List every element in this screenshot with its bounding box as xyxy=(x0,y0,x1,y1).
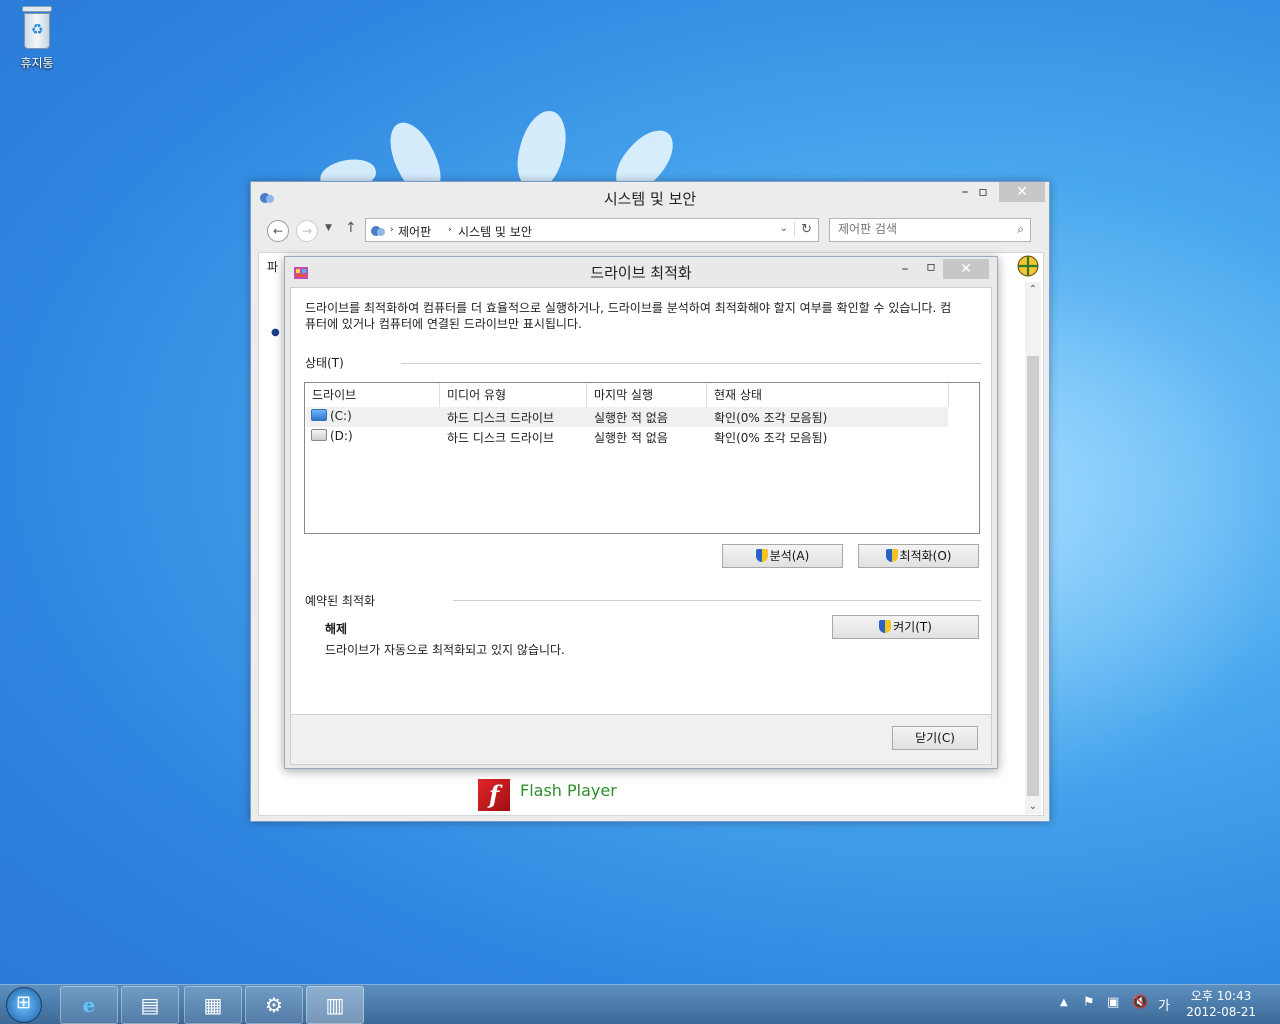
table-row[interactable]: (D:) 하드 디스크 드라이브 실행한 적 없음 확인(0% 조각 모음됨) xyxy=(306,427,948,447)
breadcrumb-system-security[interactable]: 시스템 및 보안 xyxy=(458,223,532,240)
last-run-cell: 실행한 적 없음 xyxy=(594,431,668,445)
breadcrumb-separator: › xyxy=(390,225,394,235)
clock-time: 오후 10:43 xyxy=(1190,989,1252,1003)
vertical-scrollbar[interactable]: ⌃ ⌄ xyxy=(1025,282,1041,814)
clock-date: 2012-08-21 xyxy=(1186,1005,1256,1019)
scroll-down-icon[interactable]: ⌄ xyxy=(1025,801,1041,812)
uac-shield-icon xyxy=(885,549,898,562)
search-input[interactable] xyxy=(838,222,1008,236)
drive-cell: (D:) xyxy=(311,429,353,443)
optimize-drives-dialog: 드라이브 최적화 – ▫ ✕ 드라이브를 최적화하여 컴퓨터를 더 효율적으로 … xyxy=(284,256,998,769)
flash-player-icon: f xyxy=(478,779,510,811)
dialog-minimize-button[interactable]: – xyxy=(891,259,919,279)
scroll-up-icon[interactable]: ⌃ xyxy=(1025,284,1041,295)
file-explorer-icon[interactable]: ▤ xyxy=(121,986,179,1024)
input-language-indicator[interactable]: 가 xyxy=(1158,995,1170,1014)
search-box[interactable]: ⌕ xyxy=(829,218,1031,242)
network-icon[interactable]: ▣ xyxy=(1107,995,1119,1010)
control-panel-taskbar-icon[interactable]: ▦ xyxy=(184,986,242,1024)
dialog-titlebar[interactable]: 드라이브 최적화 – ▫ ✕ xyxy=(285,257,997,285)
scheduled-optimization-label: 예약된 최적화 xyxy=(305,594,376,608)
search-icon[interactable]: ⌕ xyxy=(1017,222,1024,237)
volume-muted-icon[interactable]: 🔇 xyxy=(1132,995,1148,1010)
windows-drive-icon xyxy=(311,409,327,421)
start-button-icon[interactable] xyxy=(6,987,42,1023)
show-hidden-icons-icon[interactable]: ▲ xyxy=(1060,997,1068,1008)
drives-table: 드라이브 미디어 유형 마지막 실행 현재 상태 (C:) 하드 디스크 드라이… xyxy=(304,382,980,534)
scheduled-divider xyxy=(453,600,981,601)
scheduled-description: 드라이브가 자동으로 최적화되고 있지 않습니다. xyxy=(325,643,565,657)
action-center-flag-icon[interactable]: ⚑ xyxy=(1083,995,1095,1010)
column-header-current-status[interactable]: 현재 상태 xyxy=(707,383,949,407)
dialog-close-button[interactable]: ✕ xyxy=(943,259,989,279)
scheduled-state: 해제 xyxy=(325,622,348,636)
window-titlebar[interactable]: 시스템 및 보안 – ▫ ✕ xyxy=(251,182,1049,212)
scroll-thumb[interactable] xyxy=(1027,356,1039,796)
menu-fragment[interactable]: 파 xyxy=(267,258,278,275)
refresh-icon[interactable]: ↻ xyxy=(794,222,812,237)
media-type-cell: 하드 디스크 드라이브 xyxy=(447,431,554,445)
dialog-maximize-button[interactable]: ▫ xyxy=(917,257,945,277)
forward-icon[interactable]: → xyxy=(296,220,318,242)
analyze-button-label: 분석(A) xyxy=(769,549,810,563)
hard-drive-icon xyxy=(311,429,327,441)
clock[interactable]: 오후 10:43 2012-08-21 xyxy=(1186,988,1256,1020)
drive-name: (C:) xyxy=(330,409,352,423)
optimize-button-label: 최적화(O) xyxy=(899,549,952,563)
close-dialog-button-label: 닫기(C) xyxy=(915,731,955,745)
up-icon[interactable]: ↑ xyxy=(345,220,357,236)
status-cell: 확인(0% 조각 모음됨) xyxy=(714,411,828,425)
internet-explorer-icon[interactable]: e xyxy=(60,986,118,1024)
dialog-footer: 닫기(C) xyxy=(290,715,992,765)
system-tools-icon[interactable]: ⚙ xyxy=(245,986,303,1024)
window-title: 시스템 및 보안 xyxy=(603,190,697,208)
status-cell: 확인(0% 조각 모음됨) xyxy=(714,431,828,445)
taskbar: e ▤ ▦ ⚙ ▥ ▲ ⚑ ▣ 🔇 가 오후 10:43 2012-08-21 xyxy=(0,984,1280,1024)
table-row[interactable]: (C:) 하드 디스크 드라이브 실행한 적 없음 확인(0% 조각 모음됨) xyxy=(306,407,948,427)
back-icon[interactable]: ← xyxy=(267,220,289,242)
maximize-button[interactable]: ▫ xyxy=(969,182,997,202)
address-bar[interactable]: › 제어판 › 시스템 및 보안 ⌄ ↻ xyxy=(365,218,819,242)
dialog-description: 드라이브를 최적화하여 컴퓨터를 더 효율적으로 실행하거나, 드라이브를 분석… xyxy=(305,301,952,331)
drive-name: (D:) xyxy=(330,429,353,443)
optimize-button[interactable]: 최적화(O) xyxy=(858,544,979,568)
help-icon[interactable] xyxy=(1017,255,1039,277)
status-label: 상태(T) xyxy=(305,356,344,370)
turn-on-button[interactable]: 켜기(T) xyxy=(832,615,979,639)
column-header-last-run[interactable]: 마지막 실행 xyxy=(587,383,707,407)
close-button[interactable]: ✕ xyxy=(999,182,1045,202)
breadcrumb-control-panel[interactable]: 제어판 xyxy=(398,223,431,240)
recycle-bin-icon xyxy=(20,6,54,50)
control-panel-icon xyxy=(371,226,385,236)
breadcrumb-separator: › xyxy=(448,225,452,235)
turn-on-button-label: 켜기(T) xyxy=(893,620,932,634)
dialog-body: 드라이브를 최적화하여 컴퓨터를 더 효율적으로 실행하거나, 드라이브를 분석… xyxy=(290,287,992,715)
uac-shield-icon xyxy=(755,549,768,562)
bullet-icon: ● xyxy=(271,327,280,338)
recent-dropdown-icon[interactable]: ▼ xyxy=(325,223,332,233)
column-header-media-type[interactable]: 미디어 유형 xyxy=(440,383,587,407)
close-dialog-button[interactable]: 닫기(C) xyxy=(892,726,978,750)
analyze-button[interactable]: 분석(A) xyxy=(722,544,843,568)
status-divider xyxy=(401,363,981,364)
drive-cell: (C:) xyxy=(311,409,352,423)
recycle-bin-shortcut[interactable]: 휴지통 xyxy=(10,6,64,71)
last-run-cell: 실행한 적 없음 xyxy=(594,411,668,425)
column-header-drive[interactable]: 드라이브 xyxy=(305,383,440,407)
navigation-bar: ← → ▼ ↑ › 제어판 › 시스템 및 보안 ⌄ ↻ ⌕ xyxy=(259,218,1043,244)
flash-player-label: Flash Player xyxy=(520,781,617,800)
media-type-cell: 하드 디스크 드라이브 xyxy=(447,411,554,425)
defrag-taskbar-icon[interactable]: ▥ xyxy=(306,986,364,1024)
uac-shield-icon xyxy=(879,620,892,633)
address-dropdown-icon[interactable]: ⌄ xyxy=(780,223,788,234)
recycle-bin-label: 휴지통 xyxy=(20,56,54,70)
